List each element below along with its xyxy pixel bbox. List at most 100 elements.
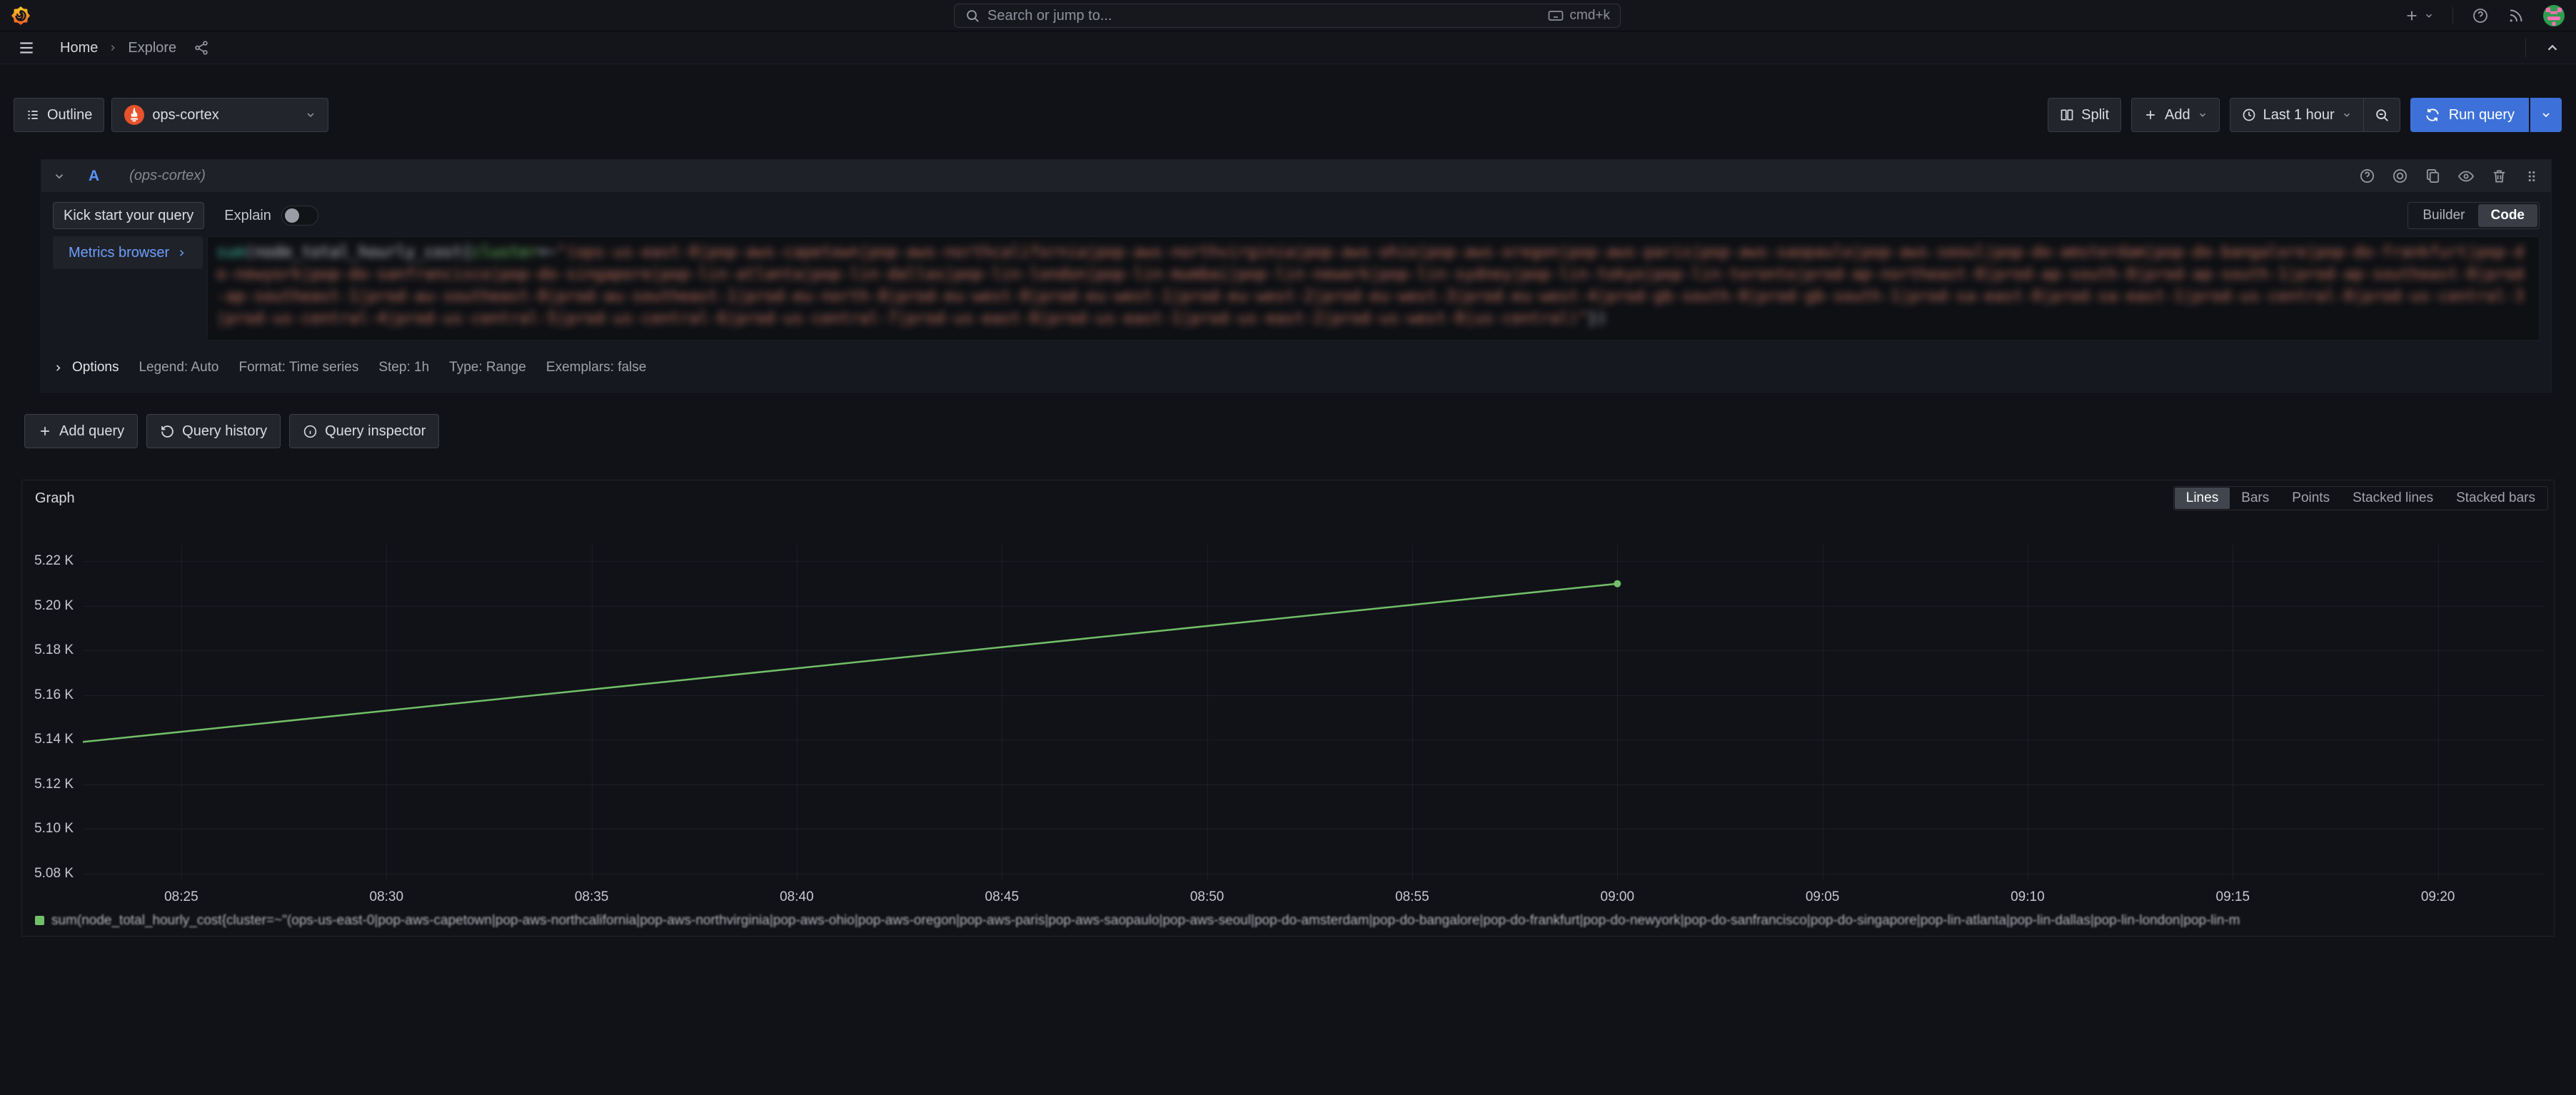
explore-toolbar-left: Outline ops-cortex bbox=[14, 98, 328, 132]
tab-points[interactable]: Points bbox=[2280, 488, 2341, 509]
time-range-button[interactable]: Last 1 hour bbox=[2230, 98, 2364, 132]
eye-icon[interactable] bbox=[2457, 168, 2475, 185]
global-search: cmd+k bbox=[954, 4, 1621, 28]
explore-toolbar-right: Split Add Last 1 hour bbox=[2048, 98, 2562, 132]
outline-button[interactable]: Outline bbox=[14, 98, 104, 132]
explore-footer-actions: Add query Query history Query inspector bbox=[24, 414, 439, 448]
split-button[interactable]: Split bbox=[2048, 98, 2121, 132]
query-inspector-label: Query inspector bbox=[325, 423, 426, 440]
graph-style-tabs: Lines Bars Points Stacked lines Stacked … bbox=[2173, 486, 2548, 510]
query-inspector-button[interactable]: Query inspector bbox=[289, 414, 439, 448]
record-circle-icon[interactable] bbox=[2392, 168, 2408, 184]
tab-lines[interactable]: Lines bbox=[2175, 488, 2230, 509]
breadcrumb-bar-actions bbox=[2525, 39, 2560, 57]
option-exemplars: Exemplars: false bbox=[546, 360, 646, 375]
tab-stacked-bars[interactable]: Stacked bars bbox=[2445, 488, 2547, 509]
add-button[interactable]: Add bbox=[2131, 98, 2220, 132]
outline-label: Outline bbox=[47, 107, 92, 123]
query-help-icon[interactable] bbox=[2359, 168, 2375, 184]
new-button[interactable] bbox=[2404, 8, 2434, 24]
promql-code-editor[interactable]: sum(node_total_hourly_cost{cluster=~"(op… bbox=[207, 236, 2540, 340]
zoom-out-button[interactable] bbox=[2364, 98, 2400, 132]
split-label: Split bbox=[2081, 107, 2109, 123]
mode-code[interactable]: Code bbox=[2478, 204, 2538, 227]
tab-bars[interactable]: Bars bbox=[2230, 488, 2280, 509]
tab-stacked-lines[interactable]: Stacked lines bbox=[2341, 488, 2445, 509]
metrics-browser-button[interactable]: Metrics browser bbox=[53, 236, 203, 269]
news-icon[interactable] bbox=[2507, 7, 2525, 24]
chevron-right-icon bbox=[53, 363, 64, 373]
query-expression-row: Metrics browser sum(node_total_hourly_co… bbox=[53, 236, 2540, 340]
x-tick-label: 09:00 bbox=[1601, 889, 1635, 905]
y-axis: 5.22 K5.20 K5.18 K5.16 K5.14 K5.12 K5.10… bbox=[22, 545, 74, 880]
y-tick-label: 5.10 K bbox=[22, 821, 74, 837]
promql-expression: sum(node_total_hourly_cost{cluster=~"(op… bbox=[216, 241, 2530, 330]
y-tick-label: 5.08 K bbox=[22, 866, 74, 882]
query-editor-card: A (ops-cortex) bbox=[41, 159, 2552, 393]
x-tick-label: 09:15 bbox=[2216, 889, 2250, 905]
chevron-down-icon bbox=[2342, 110, 2352, 120]
breadcrumb-bar: Home Explore bbox=[0, 32, 2576, 64]
expr-operator: =~ bbox=[538, 243, 558, 261]
plus-icon bbox=[38, 424, 52, 438]
expr-open: (node_total_hourly_cost{ bbox=[245, 243, 472, 261]
run-query-button[interactable]: Run query bbox=[2410, 98, 2529, 132]
breadcrumb: Home Explore bbox=[60, 40, 209, 56]
chevron-down-icon[interactable] bbox=[53, 170, 66, 183]
option-format: Format: Time series bbox=[238, 360, 358, 375]
series-end-point bbox=[1614, 580, 1621, 587]
trash-icon[interactable] bbox=[2491, 168, 2507, 184]
metrics-browser-label: Metrics browser bbox=[69, 245, 169, 261]
copy-icon[interactable] bbox=[2425, 168, 2441, 184]
y-tick-label: 5.20 K bbox=[22, 598, 74, 614]
drag-handle-icon[interactable] bbox=[2524, 168, 2540, 184]
help-icon[interactable] bbox=[2472, 7, 2489, 24]
grafana-explore-page: cmd+k bbox=[0, 0, 2576, 1095]
search-shortcut: cmd+k bbox=[1547, 7, 1611, 24]
x-tick-label: 08:45 bbox=[985, 889, 1020, 905]
keyboard-icon bbox=[1547, 7, 1564, 24]
legend-swatch bbox=[35, 916, 44, 925]
search-icon bbox=[965, 8, 980, 24]
x-tick-label: 08:25 bbox=[164, 889, 198, 905]
add-query-button[interactable]: Add query bbox=[24, 414, 138, 448]
expr-function: sum bbox=[216, 243, 245, 261]
clock-icon bbox=[2242, 108, 2256, 122]
prometheus-icon bbox=[124, 104, 145, 126]
collapse-chevron-up-icon[interactable] bbox=[2545, 40, 2560, 56]
kick-start-label: Kick start your query bbox=[64, 208, 193, 224]
toggle-knob bbox=[285, 208, 299, 223]
search-input[interactable] bbox=[987, 8, 1540, 24]
info-circle-icon bbox=[303, 424, 318, 439]
option-legend: Legend: Auto bbox=[139, 360, 218, 375]
grafana-logo-icon[interactable] bbox=[10, 5, 31, 26]
mode-builder[interactable]: Builder bbox=[2410, 204, 2477, 227]
expr-string-value: "(ops-us-east-0|pop-aws-capetown|pop-aws… bbox=[216, 243, 2524, 328]
run-query-dropdown[interactable] bbox=[2530, 98, 2562, 132]
user-avatar[interactable] bbox=[2543, 5, 2565, 26]
breadcrumb-explore[interactable]: Explore bbox=[128, 40, 176, 56]
x-tick-label: 08:40 bbox=[780, 889, 814, 905]
chevron-down-icon bbox=[2424, 11, 2434, 21]
explain-toggle[interactable] bbox=[281, 206, 318, 226]
menu-icon[interactable] bbox=[17, 39, 36, 57]
x-tick-label: 08:35 bbox=[575, 889, 609, 905]
share-icon[interactable] bbox=[193, 40, 209, 56]
kick-start-button[interactable]: Kick start your query bbox=[53, 202, 204, 229]
chevron-down-icon bbox=[305, 109, 316, 121]
query-history-label: Query history bbox=[182, 423, 267, 440]
time-range-label: Last 1 hour bbox=[2263, 107, 2335, 123]
x-tick-label: 09:10 bbox=[2011, 889, 2045, 905]
query-ref-id: A bbox=[89, 168, 99, 185]
query-history-button[interactable]: Query history bbox=[146, 414, 281, 448]
datasource-name: ops-cortex bbox=[152, 107, 218, 123]
graph-panel: Graph Lines Bars Points Stacked lines St… bbox=[21, 480, 2555, 937]
expr-label: cluster bbox=[472, 243, 538, 261]
options-label: Options bbox=[72, 360, 119, 375]
options-toggle[interactable]: Options bbox=[53, 360, 119, 375]
plot-area[interactable] bbox=[83, 545, 2545, 880]
query-mode-toggle: Builder Code bbox=[2408, 202, 2540, 229]
legend-series[interactable]: sum(node_total_hourly_cost{cluster=~"(op… bbox=[35, 913, 2542, 929]
breadcrumb-home[interactable]: Home bbox=[60, 40, 98, 56]
datasource-picker[interactable]: ops-cortex bbox=[111, 98, 328, 132]
